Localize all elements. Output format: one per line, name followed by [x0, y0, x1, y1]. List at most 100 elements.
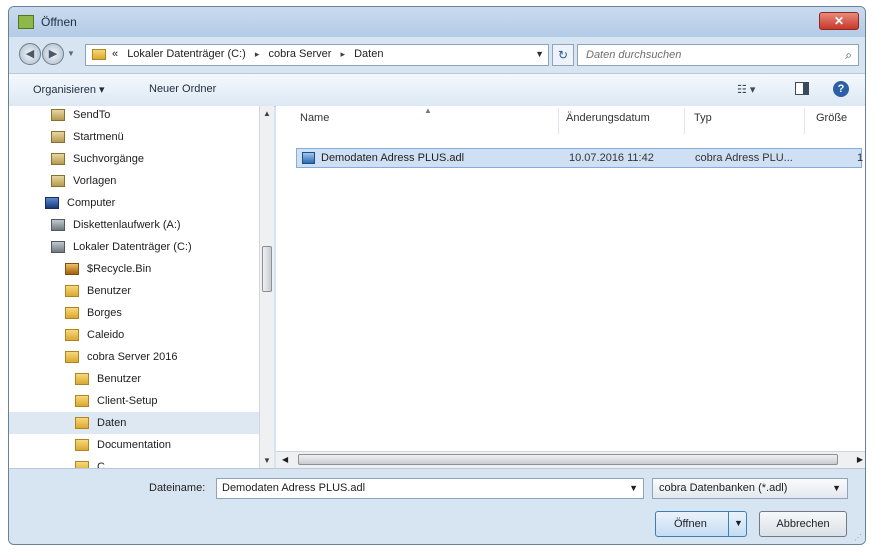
column-divider[interactable]: [684, 108, 685, 134]
address-bar[interactable]: « Lokaler Datenträger (C:) ▸ cobra Serve…: [85, 44, 549, 66]
tree-item[interactable]: Benutzer: [75, 368, 141, 390]
cancel-button[interactable]: Abbrechen: [759, 511, 847, 537]
filename-input[interactable]: Demodaten Adress PLUS.adl ▼: [216, 478, 644, 499]
split-divider: [728, 512, 729, 536]
open-options-dropdown-icon[interactable]: ▼: [734, 518, 743, 528]
tree-item-label: Diskettenlaufwerk (A:): [73, 219, 181, 231]
breadcrumb-item[interactable]: cobra Server: [268, 48, 331, 60]
tree-item[interactable]: Client-Setup: [75, 390, 158, 412]
special-folder-icon: [51, 153, 65, 166]
command-toolbar: Organisieren ▾ Neuer Ordner ☷ ▾ ?: [9, 73, 865, 107]
file-size: 1: [857, 152, 864, 164]
search-input[interactable]: Daten durchsuchen ⌕: [577, 44, 859, 66]
address-dropdown-icon[interactable]: ▼: [535, 49, 544, 59]
file-type: cobra Adress PLU...: [695, 152, 793, 164]
tree-item[interactable]: Daten: [9, 412, 259, 434]
hard-drive-icon: [51, 241, 65, 254]
breadcrumb-separator-icon[interactable]: ▸: [341, 49, 346, 59]
search-placeholder: Daten durchsuchen: [586, 49, 682, 61]
tree-item[interactable]: Startmenü: [51, 126, 124, 148]
search-icon[interactable]: ⌕: [845, 48, 852, 63]
tree-item[interactable]: Borges: [65, 302, 122, 324]
navigation-tree: SendTo Startmenü Suchvorgänge Vorlagen Compu…: [9, 106, 274, 468]
folder-icon: [65, 351, 79, 364]
file-date: 10.07.2016 11:42: [569, 152, 654, 164]
breadcrumb-item[interactable]: Lokaler Datenträger (C:): [127, 48, 246, 60]
folder-icon: [65, 329, 79, 342]
change-view-icon[interactable]: ☷ ▾: [737, 83, 755, 96]
tree-item[interactable]: Benutzer: [65, 280, 131, 302]
folder-icon: [65, 307, 79, 320]
folder-icon: [75, 439, 89, 452]
breadcrumb-overflow[interactable]: «: [112, 48, 118, 60]
floppy-drive-icon: [51, 219, 65, 232]
file-type-filter[interactable]: cobra Datenbanken (*.adl) ▼: [652, 478, 848, 499]
tree-item-label: Borges: [87, 307, 122, 319]
scroll-up-icon[interactable]: ▲: [263, 109, 271, 118]
column-divider[interactable]: [804, 108, 805, 134]
folder-icon: [92, 49, 106, 60]
tree-item[interactable]: Computer: [45, 192, 115, 214]
chevron-down-icon[interactable]: ▼: [832, 483, 841, 493]
scrollbar-thumb[interactable]: [298, 454, 838, 465]
tree-item[interactable]: C...: [75, 456, 114, 468]
back-button[interactable]: ◀: [19, 43, 41, 65]
tree-item[interactable]: Caleido: [65, 324, 124, 346]
adl-file-icon: [302, 152, 315, 164]
column-header-name[interactable]: Name: [300, 112, 329, 124]
navigation-bar: ◀ ▶ ▼ « Lokaler Datenträger (C:) ▸ cobra…: [9, 37, 865, 71]
tree-item[interactable]: cobra Server 2016: [65, 346, 178, 368]
scroll-down-icon[interactable]: ▼: [263, 456, 271, 465]
filename-value: Demodaten Adress PLUS.adl: [222, 482, 366, 494]
tree-item-label: Documentation: [97, 439, 171, 451]
scroll-left-icon[interactable]: ◀: [282, 455, 288, 464]
tree-item-label: Vorlagen: [73, 175, 117, 187]
tree-item-label: Lokaler Datenträger (C:): [73, 241, 192, 253]
dialog-footer: Dateiname: Demodaten Adress PLUS.adl ▼ c…: [9, 468, 865, 544]
folder-icon: [65, 285, 79, 298]
refresh-button[interactable]: ↻: [552, 44, 574, 66]
tree-scrollbar[interactable]: ▲ ▼: [259, 106, 274, 468]
help-icon[interactable]: ?: [833, 81, 849, 97]
folder-icon: [75, 461, 89, 468]
column-header-type[interactable]: Typ: [694, 112, 712, 124]
app-icon: [18, 15, 34, 29]
tree-item-label: cobra Server 2016: [87, 351, 178, 363]
file-row[interactable]: Demodaten Adress PLUS.adl 10.07.2016 11:…: [296, 148, 864, 168]
tree-item[interactable]: Documentation: [75, 434, 171, 456]
folder-icon: [75, 417, 89, 430]
tree-item[interactable]: SendTo: [51, 106, 110, 126]
scroll-right-icon[interactable]: ▶: [857, 455, 863, 464]
tree-item[interactable]: Vorlagen: [51, 170, 116, 192]
tree-item-label: Computer: [67, 197, 116, 209]
filename-label: Dateiname:: [149, 482, 206, 494]
open-button[interactable]: Öffnen ▼: [655, 511, 747, 537]
window-title: Öffnen: [41, 15, 77, 29]
forward-button[interactable]: ▶: [42, 43, 64, 65]
preview-pane-icon[interactable]: [795, 82, 809, 95]
tree-item[interactable]: Lokaler Datenträger (C:): [51, 236, 192, 258]
new-folder-button[interactable]: Neuer Ordner: [149, 83, 216, 95]
breadcrumb-item[interactable]: Daten: [354, 48, 383, 60]
title-bar: Öffnen ✕: [9, 7, 865, 37]
scrollbar-thumb[interactable]: [262, 246, 272, 292]
tree-item[interactable]: $Recycle.Bin: [65, 258, 151, 280]
close-button[interactable]: ✕: [819, 12, 859, 30]
horizontal-scrollbar[interactable]: ◀ ▶: [276, 451, 865, 468]
tree-item-label: Benutzer: [87, 285, 132, 297]
column-header-date[interactable]: Änderungsdatum: [566, 112, 650, 124]
breadcrumb-separator-icon[interactable]: ▸: [255, 49, 260, 59]
tree-item[interactable]: Diskettenlaufwerk (A:): [51, 214, 181, 236]
column-header-size[interactable]: Größe: [816, 112, 847, 124]
filename-history-dropdown-icon[interactable]: ▼: [629, 483, 638, 493]
tree-item-label: Daten: [97, 417, 127, 429]
tree-item-label: C...: [97, 461, 115, 468]
tree-item[interactable]: Suchvorgänge: [51, 148, 144, 170]
resize-grip-icon[interactable]: ⋰: [854, 533, 862, 542]
recent-pages-dropdown-icon[interactable]: ▼: [67, 49, 75, 58]
file-name: Demodaten Adress PLUS.adl: [321, 152, 465, 164]
file-type-filter-value: cobra Datenbanken (*.adl): [659, 482, 788, 494]
tree-item-label: Client-Setup: [97, 395, 158, 407]
organize-button[interactable]: Organisieren ▾: [33, 83, 105, 96]
column-divider[interactable]: [558, 108, 559, 134]
